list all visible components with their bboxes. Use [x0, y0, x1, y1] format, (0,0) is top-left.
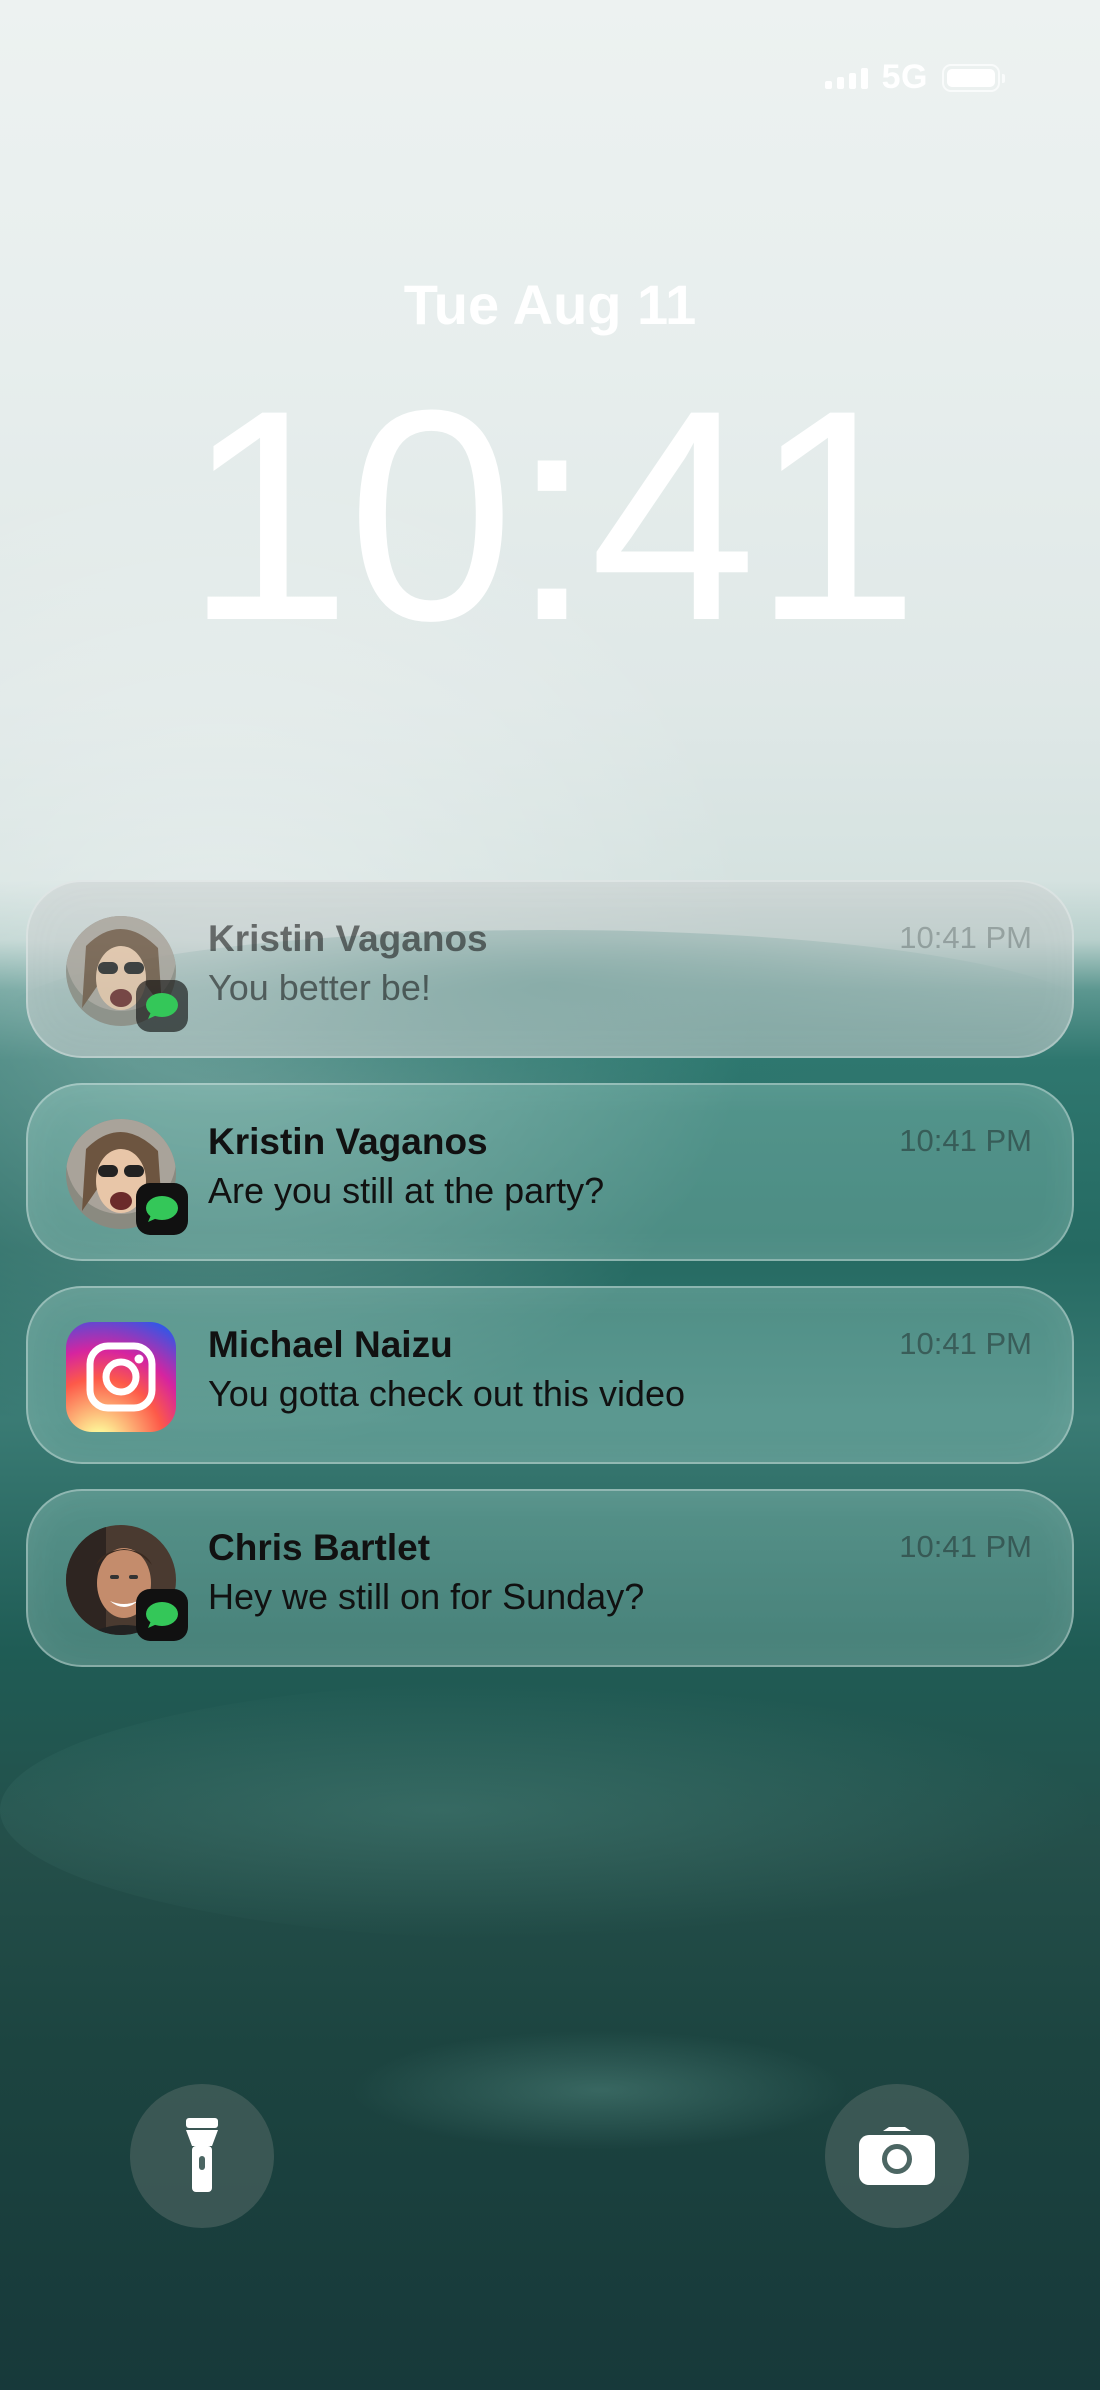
notification-time: 10:41 PM — [899, 920, 1032, 955]
cellular-signal-icon — [824, 67, 868, 89]
notification-sender: Chris Bartlet — [208, 1527, 431, 1568]
notification-message: Hey we still on for Sunday? — [208, 1576, 645, 1617]
notification-message: Are you still at the party? — [208, 1170, 605, 1211]
flashlight-button[interactable] — [130, 2084, 274, 2228]
notification-message: You better be! — [208, 967, 431, 1008]
notification-card[interactable]: Kristin Vaganos You better be! 10:41 PM — [26, 880, 1074, 1058]
notification-card[interactable]: Michael Naizu You gotta check out this v… — [26, 1286, 1074, 1464]
messages-app-icon — [136, 1183, 188, 1235]
camera-icon — [859, 2127, 935, 2185]
notification-sender: Kristin Vaganos — [208, 1121, 488, 1162]
notification-card[interactable]: Kristin Vaganos Are you still at the par… — [26, 1083, 1074, 1261]
notification-time: 10:41 PM — [899, 1326, 1032, 1361]
status-bar: 5G — [824, 58, 1005, 97]
battery-icon — [942, 63, 1005, 92]
messages-app-icon — [136, 1589, 188, 1641]
notification-message: You gotta check out this video — [208, 1373, 685, 1414]
notification-sender: Kristin Vaganos — [208, 918, 488, 959]
notification-list: Kristin Vaganos You better be! 10:41 PM … — [26, 880, 1074, 1692]
camera-button[interactable] — [825, 2084, 969, 2228]
notification-time: 10:41 PM — [899, 1123, 1032, 1158]
lock-screen-clock: 10:41 — [184, 347, 920, 683]
notification-time: 10:41 PM — [899, 1529, 1032, 1564]
notification-sender: Michael Naizu — [208, 1324, 453, 1365]
lock-screen-date: Tue Aug 11 — [403, 273, 697, 336]
flashlight-icon — [186, 2118, 218, 2192]
instagram-app-icon — [66, 1322, 176, 1432]
notification-card[interactable]: Chris Bartlet Hey we still on for Sunday… — [26, 1489, 1074, 1667]
network-type: 5G — [881, 58, 928, 96]
messages-app-icon — [136, 980, 188, 1032]
